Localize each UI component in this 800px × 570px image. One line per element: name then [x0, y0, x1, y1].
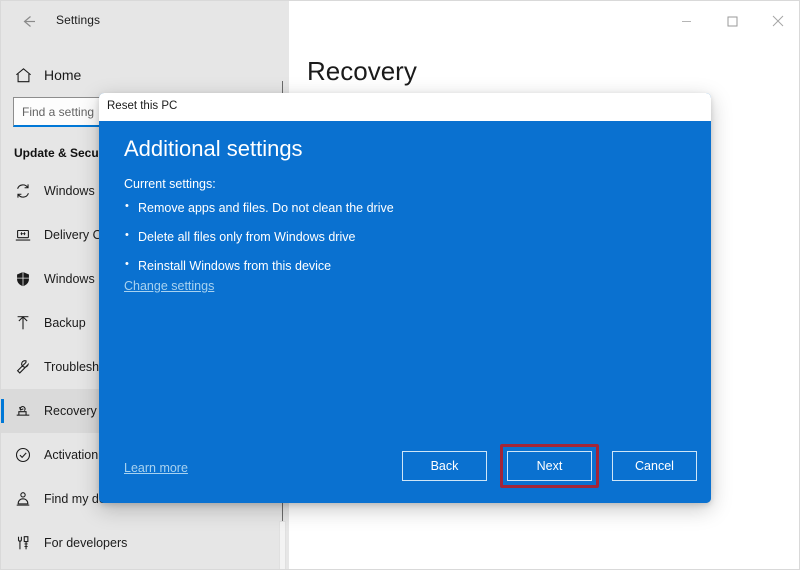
sidebar-item-home-label: Home — [44, 67, 82, 83]
maximize-button[interactable] — [709, 1, 755, 41]
list-item: Remove apps and files. Do not clean the … — [124, 200, 644, 215]
check-circle-icon — [14, 444, 44, 466]
sidebar-item-label: For developers — [44, 536, 128, 550]
scrollbar-thumb[interactable] — [279, 521, 286, 569]
sidebar-item-label: Windows — [44, 272, 95, 286]
home-icon — [14, 64, 44, 86]
change-settings-link[interactable]: Change settings — [124, 279, 214, 293]
minimize-button[interactable] — [663, 1, 709, 41]
sidebar-item-label: Troublesh — [44, 360, 100, 374]
current-settings-list: Remove apps and files. Do not clean the … — [124, 200, 644, 288]
person-locate-icon — [14, 488, 44, 510]
settings-window: Settings Home Update & Secur — [0, 0, 800, 570]
dialog-subheading: Current settings: — [124, 177, 216, 191]
page-title: Recovery — [307, 56, 417, 86]
sync-refresh-icon — [14, 180, 44, 202]
recovery-icon — [14, 400, 44, 422]
dialog-button-row: Back Next Cancel — [402, 444, 697, 488]
window-titlebar: Settings — [1, 1, 799, 41]
close-button[interactable] — [755, 1, 799, 41]
tools-icon — [14, 532, 44, 554]
sidebar-item-for-developers[interactable]: For developers — [1, 521, 289, 565]
cancel-button[interactable]: Cancel — [612, 451, 697, 481]
back-button-wrapper: Back — [402, 451, 487, 481]
sidebar-item-label: Delivery O — [44, 228, 103, 242]
dialog-title: Reset this PC — [107, 100, 178, 112]
sidebar-item-label: Activation — [44, 448, 99, 462]
sidebar-item-label: Recovery — [44, 404, 97, 418]
laptop-delivery-icon — [14, 224, 44, 246]
back-arrow-icon[interactable] — [11, 7, 45, 35]
dialog-body: Additional settings Current settings: Re… — [99, 121, 711, 503]
reset-this-pc-dialog: Reset this PC Additional settings Curren… — [99, 93, 711, 503]
next-button-highlight: Next — [500, 444, 599, 488]
wrench-icon — [14, 356, 44, 378]
sidebar-item-label: Backup — [44, 316, 86, 330]
cancel-button-wrapper: Cancel — [612, 451, 697, 481]
list-item: Delete all files only from Windows drive — [124, 229, 644, 244]
app-title: Settings — [56, 13, 101, 27]
dialog-heading: Additional settings — [124, 136, 303, 161]
sidebar-item-home[interactable]: Home — [1, 53, 289, 97]
window-controls — [663, 1, 799, 41]
upload-arrow-icon — [14, 312, 44, 334]
back-button[interactable]: Back — [402, 451, 487, 481]
list-item: Reinstall Windows from this device — [124, 258, 644, 273]
dialog-titlebar: Reset this PC — [99, 93, 711, 121]
learn-more-link[interactable]: Learn more — [124, 461, 188, 475]
next-button[interactable]: Next — [507, 451, 592, 481]
shield-icon — [14, 268, 44, 290]
sidebar-item-label: Windows — [44, 184, 95, 198]
